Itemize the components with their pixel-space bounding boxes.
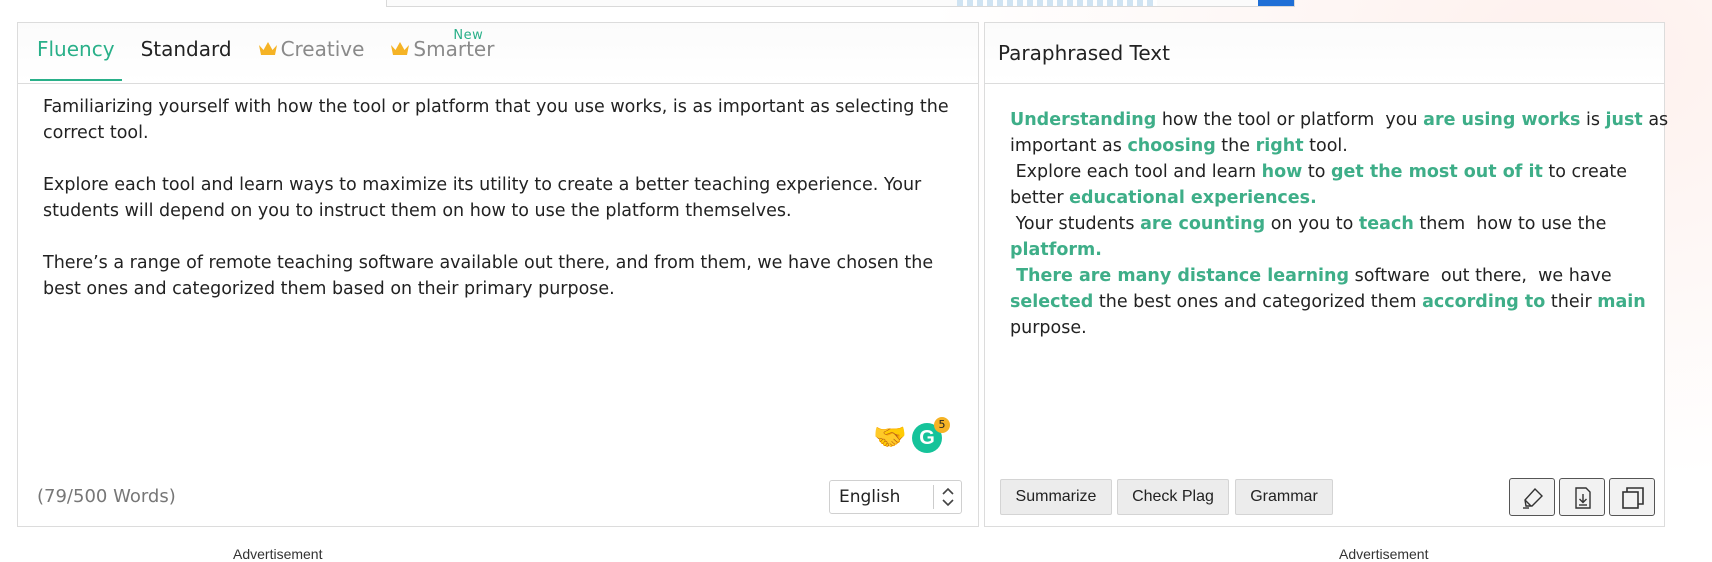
highlighter-icon: [1523, 487, 1543, 509]
tab-creative[interactable]: Creative: [251, 23, 372, 83]
input-paragraph: Familiarizing yourself with how the tool…: [43, 97, 949, 143]
download-icon: [1575, 487, 1591, 509]
output-line: Your students are counting on you to tea…: [1010, 211, 1650, 237]
changed-phrase[interactable]: are using works: [1423, 110, 1580, 130]
unchanged-text: better: [1010, 188, 1070, 208]
unchanged-text: the: [1215, 136, 1256, 156]
unchanged-text: important as: [1010, 136, 1128, 156]
crown-icon: [391, 42, 410, 55]
output-line: important as choosing the right tool.: [1010, 133, 1650, 159]
mode-tabs: Fluency Standard Creative New Smarter: [18, 23, 501, 83]
output-panel: Paraphrased Text Understanding how the t…: [984, 22, 1668, 527]
input-paragraph: There’s a range of remote teaching softw…: [43, 253, 934, 299]
unchanged-text: Explore each tool and learn: [1010, 162, 1262, 182]
output-line: There are many distance learning softwar…: [1010, 263, 1650, 289]
tab-fluency[interactable]: Fluency: [30, 23, 122, 81]
unchanged-text: them how to use the: [1413, 214, 1607, 234]
input-paragraph: Explore each tool and learn ways to maxi…: [43, 175, 922, 221]
unchanged-text: is: [1580, 110, 1606, 130]
changed-phrase[interactable]: choosing: [1127, 136, 1215, 156]
paraphrased-text[interactable]: Understanding how the tool or platform y…: [1010, 107, 1668, 341]
output-line: platform.: [1010, 237, 1650, 263]
changed-phrase[interactable]: main: [1597, 292, 1646, 312]
changed-phrase[interactable]: get the most out of it: [1331, 162, 1543, 182]
grammarly-count-badge: 5: [934, 417, 950, 433]
unchanged-text: tool.: [1303, 136, 1348, 156]
language-value: English: [839, 487, 901, 507]
handshake-icon[interactable]: 🤝: [873, 421, 907, 453]
changed-phrase[interactable]: Understanding: [1010, 110, 1156, 130]
output-header: Paraphrased Text: [985, 23, 1664, 84]
copy-icon: [1622, 487, 1644, 509]
language-select[interactable]: English: [829, 480, 962, 514]
unchanged-text: as: [1642, 110, 1669, 130]
output-line: better educational experiences.: [1010, 185, 1650, 211]
check-plag-button[interactable]: Check Plag: [1117, 479, 1229, 515]
advertisement-label: Advertisement: [1339, 546, 1429, 562]
ad-graphic: [957, 0, 1157, 6]
unchanged-text: the best ones and categorized them: [1093, 292, 1423, 312]
summarize-button[interactable]: Summarize: [1000, 479, 1112, 515]
unchanged-text: software out there, we have: [1349, 266, 1612, 286]
copy-button[interactable]: [1609, 478, 1655, 516]
input-panel: Fluency Standard Creative New Smarter Fa…: [17, 22, 979, 527]
output-line: selected the best ones and categorized t…: [1010, 289, 1650, 315]
changed-phrase[interactable]: how: [1262, 162, 1303, 182]
advertisement-label: Advertisement: [233, 546, 323, 562]
ad-button[interactable]: [1258, 0, 1294, 6]
chevron-up-down-icon: [942, 487, 954, 507]
new-badge: New: [453, 28, 484, 43]
changed-phrase[interactable]: are counting: [1140, 214, 1265, 234]
select-divider: [933, 485, 934, 509]
output-line: Understanding how the tool or platform y…: [1010, 107, 1668, 133]
download-button[interactable]: [1559, 478, 1605, 516]
tab-label: Standard: [140, 37, 232, 61]
changed-phrase[interactable]: right: [1256, 136, 1304, 156]
word-count: (79/500 Words): [37, 486, 176, 507]
unchanged-text: their: [1545, 292, 1598, 312]
changed-phrase[interactable]: educational experiences.: [1069, 188, 1317, 208]
highlighter-button[interactable]: [1509, 478, 1555, 516]
input-textarea[interactable]: Familiarizing yourself with how the tool…: [43, 94, 958, 328]
unchanged-text: to: [1302, 162, 1331, 182]
unchanged-text: purpose.: [1010, 318, 1087, 338]
tab-smarter[interactable]: New Smarter: [383, 23, 501, 83]
mode-tabs-bar: Fluency Standard Creative New Smarter: [18, 23, 978, 84]
unchanged-text: how the tool or platform you: [1156, 110, 1424, 130]
output-line: purpose.: [1010, 315, 1650, 341]
changed-phrase[interactable]: just: [1606, 110, 1643, 130]
tab-label: Creative: [280, 37, 365, 61]
output-line: Explore each tool and learn how to get t…: [1010, 159, 1650, 185]
output-title: Paraphrased Text: [998, 41, 1170, 65]
unchanged-text: on you to: [1265, 214, 1359, 234]
changed-phrase[interactable]: selected: [1010, 292, 1093, 312]
changed-phrase[interactable]: according to: [1422, 292, 1545, 312]
crown-icon: [258, 42, 277, 55]
changed-phrase[interactable]: platform.: [1010, 240, 1102, 260]
tab-standard[interactable]: Standard: [134, 23, 239, 83]
changed-phrase[interactable]: teach: [1359, 214, 1414, 234]
top-advertisement-banner[interactable]: [386, 0, 1295, 7]
grammar-button[interactable]: Grammar: [1235, 479, 1333, 515]
changed-phrase[interactable]: There are many distance learning: [1010, 266, 1349, 286]
tab-label: Fluency: [37, 37, 115, 61]
unchanged-text: to create: [1542, 162, 1628, 182]
unchanged-text: Your students: [1010, 214, 1141, 234]
